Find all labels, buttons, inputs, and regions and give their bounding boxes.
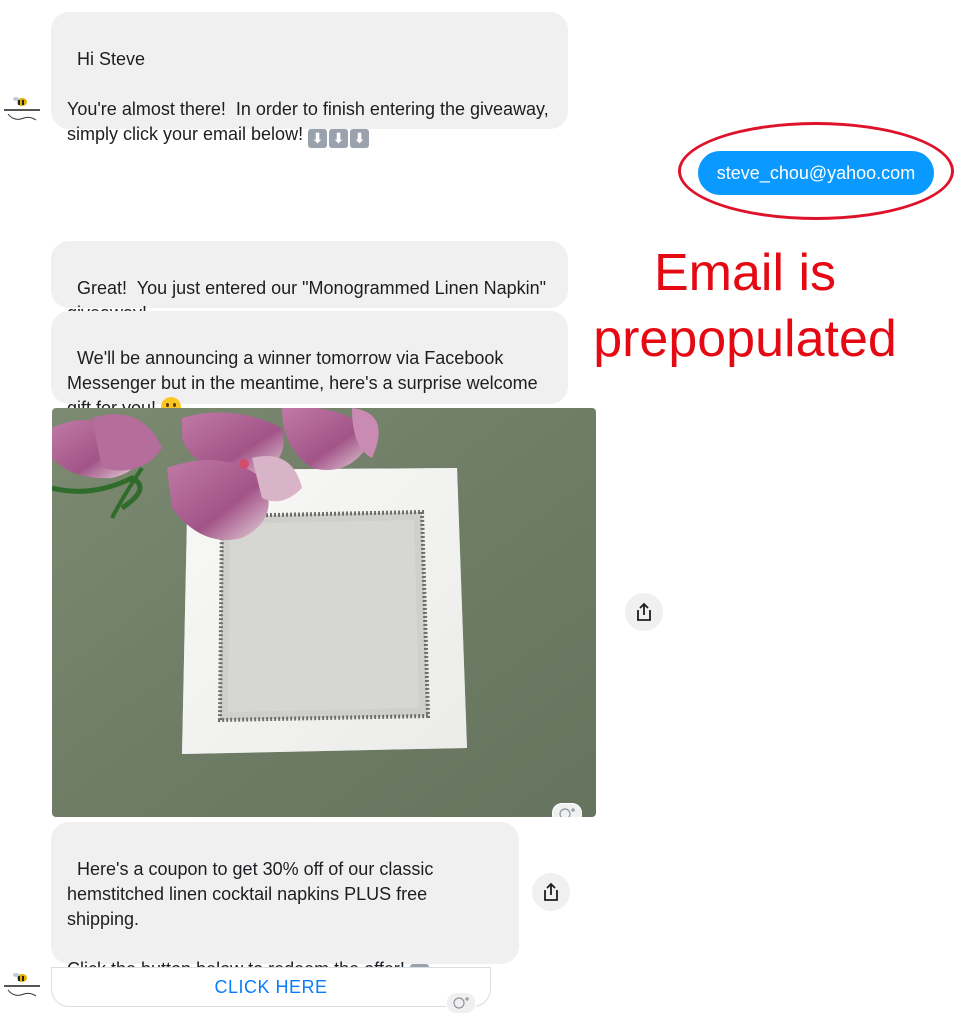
bot-message-greeting: Hi Steve You're almost there! In order t…: [51, 12, 568, 148]
bumblebee-logo-icon: [4, 973, 40, 997]
add-reaction-button[interactable]: [552, 803, 582, 817]
down-arrow-icon: ⬇: [308, 129, 328, 148]
share-button[interactable]: [625, 593, 663, 631]
share-button[interactable]: [532, 873, 570, 911]
down-arrow-icon: ⬇: [329, 129, 349, 148]
bot-message-announcement: We'll be announcing a winner tomorrow vi…: [51, 311, 568, 418]
bumblebee-logo-icon: [4, 97, 40, 121]
bot-avatar: [2, 972, 42, 998]
share-icon: [637, 602, 651, 621]
down-arrow-icon: ⬇: [350, 129, 370, 148]
coupon-text: Here's a coupon to get 30% off of our cl…: [67, 859, 434, 979]
click-here-button[interactable]: CLICK HERE: [51, 967, 491, 1007]
add-reaction-button[interactable]: [446, 992, 476, 1014]
bot-message-confirmation: Great! You just entered our "Monogrammed…: [51, 241, 568, 323]
bot-avatar: [2, 96, 42, 122]
bot-message-coupon: Here's a coupon to get 30% off of our cl…: [51, 822, 519, 983]
annotation-text: Email is prepopulated: [593, 244, 897, 368]
add-reaction-icon: [453, 997, 469, 1009]
linen-napkin-photo: [52, 408, 596, 817]
highlight-ellipse: [678, 122, 954, 220]
share-icon: [544, 882, 558, 901]
product-image[interactable]: [52, 408, 596, 817]
add-reaction-icon: [559, 808, 575, 817]
